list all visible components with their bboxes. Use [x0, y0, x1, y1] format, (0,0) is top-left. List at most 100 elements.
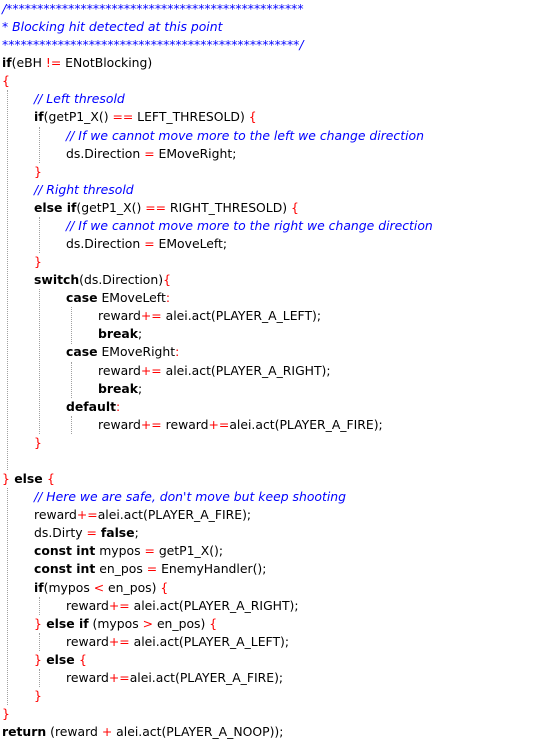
- code-keyword: if: [34, 109, 44, 125]
- code-text: EMoveRight: [97, 344, 176, 360]
- code-brace: {: [46, 471, 55, 487]
- code-text: EMoveLeft: [97, 290, 166, 306]
- code-line: if(getP1_X() == LEFT_THRESOLD) {: [2, 108, 537, 126]
- code-keyword: else if: [41, 615, 89, 631]
- indent-guide: [71, 415, 72, 434]
- code-brace: {: [2, 73, 10, 89]
- code-line: }: [2, 163, 537, 181]
- code-text: getP1_X();: [154, 543, 224, 559]
- code-brace: }: [34, 434, 42, 450]
- code-text: ds.Direction: [66, 145, 145, 161]
- code-keyword: const int: [34, 543, 96, 559]
- code-operator: +=: [108, 669, 130, 685]
- code-line: else if(getP1_X() == RIGHT_THRESOLD) {: [2, 199, 537, 217]
- code-text: alei.act(PLAYER_A_LEFT);: [161, 308, 322, 324]
- code-comment: * Blocking hit detected at this point: [2, 19, 223, 35]
- code-operator: =: [146, 561, 158, 577]
- code-line: }: [2, 434, 537, 452]
- code-brace: {: [248, 109, 257, 125]
- code-brace: }: [34, 615, 42, 631]
- indent-guide: [7, 488, 8, 706]
- code-text: EnemyHandler();: [157, 561, 267, 577]
- code-brace: {: [160, 579, 169, 595]
- code-brace: }: [2, 706, 10, 722]
- code-line: ds.Direction = EMoveRight;: [2, 145, 537, 163]
- code-operator: =: [144, 543, 155, 559]
- code-keyword: const int: [34, 561, 96, 577]
- code-line: reward+= alei.act(PLAYER_A_RIGHT);: [2, 362, 537, 380]
- code-text: ;: [138, 380, 143, 396]
- code-brace: {: [209, 615, 218, 631]
- code-comment: // Left thresold: [34, 91, 125, 107]
- code-text: reward: [161, 416, 209, 432]
- code-text: ;: [134, 525, 139, 541]
- code-line: // Left thresold: [2, 90, 537, 108]
- code-keyword: break: [98, 326, 138, 342]
- code-text: ds.Direction: [66, 236, 145, 252]
- code-keyword: if: [34, 579, 44, 595]
- code-operator: >: [142, 615, 153, 631]
- code-text: (getP1_X(): [43, 109, 113, 125]
- code-keyword: break: [98, 380, 138, 396]
- code-operator: +=: [108, 597, 130, 613]
- code-text: alei.act(PLAYER_A_NOOP));: [112, 724, 284, 740]
- indent-guide: [39, 632, 40, 651]
- code-text: reward: [98, 308, 141, 324]
- code-operator: ==: [145, 199, 166, 215]
- code-line: ds.Dirty = false;: [2, 524, 537, 542]
- code-line: const int mypos = getP1_X();: [2, 542, 537, 560]
- code-operator: +: [101, 724, 113, 740]
- code-line: reward+= reward+=alei.act(PLAYER_A_FIRE)…: [2, 416, 537, 434]
- code-operator: +=: [108, 633, 130, 649]
- code-operator: =: [144, 145, 155, 161]
- code-line: } else if (mypos > en_pos) {: [2, 615, 537, 633]
- code-text: alei.act(PLAYER_A_FIRE);: [129, 669, 284, 685]
- code-line: // Here we are safe, don't move but keep…: [2, 488, 537, 506]
- code-text: alei.act(PLAYER_A_LEFT);: [129, 633, 290, 649]
- code-text: (reward: [46, 724, 102, 740]
- code-comment: // Here we are safe, don't move but keep…: [34, 489, 347, 505]
- code-text: ds.Dirty: [34, 525, 87, 541]
- code-text: (ds.Direction): [79, 272, 164, 288]
- code-line: if(eBH != ENotBlocking): [2, 54, 537, 72]
- code-operator: :: [175, 344, 180, 360]
- code-text: alei.act(PLAYER_A_FIRE);: [229, 416, 383, 432]
- code-keyword: case: [66, 344, 98, 360]
- code-keyword: return: [2, 724, 47, 740]
- code-operator: :: [116, 398, 121, 414]
- code-text: reward: [98, 362, 141, 378]
- code-line: case EMoveLeft:: [2, 289, 537, 307]
- indent-guide: [7, 90, 8, 471]
- code-operator: ==: [112, 109, 134, 125]
- code-brace: }: [34, 163, 42, 179]
- code-text: EMoveLeft;: [154, 236, 228, 252]
- code-text: ENotBlocking): [61, 55, 153, 71]
- code-text: reward: [66, 633, 109, 649]
- code-text: alei.act(PLAYER_A_RIGHT);: [161, 362, 331, 378]
- code-operator: +=: [140, 362, 162, 378]
- code-text: en_pos: [95, 561, 147, 577]
- code-line: }: [2, 705, 537, 723]
- indent-guide: [39, 289, 40, 434]
- code-comment: /***************************************…: [2, 1, 304, 16]
- code-line: } else {: [2, 470, 537, 488]
- indent-guide: [39, 596, 40, 615]
- code-text: mypos: [95, 543, 145, 559]
- code-line: default:: [2, 398, 537, 416]
- code-line: // If we cannot move more to the right w…: [2, 217, 537, 235]
- code-brace: }: [34, 254, 42, 270]
- code-line: reward+= alei.act(PLAYER_A_LEFT);: [2, 307, 537, 325]
- code-brace: {: [163, 272, 171, 288]
- code-line: {: [2, 72, 537, 90]
- code-operator: <: [93, 579, 105, 595]
- indent-guide: [71, 307, 72, 344]
- code-text: reward: [66, 597, 109, 613]
- code-keyword: false: [100, 525, 135, 541]
- code-text: (getP1_X(): [76, 199, 146, 215]
- code-comment: ****************************************…: [2, 37, 304, 53]
- code-line: ds.Direction = EMoveLeft;: [2, 235, 537, 253]
- code-line: // If we cannot move more to the left we…: [2, 127, 537, 145]
- code-line: case EMoveRight:: [2, 343, 537, 361]
- code-comment: // If we cannot move more to the left we…: [66, 127, 424, 143]
